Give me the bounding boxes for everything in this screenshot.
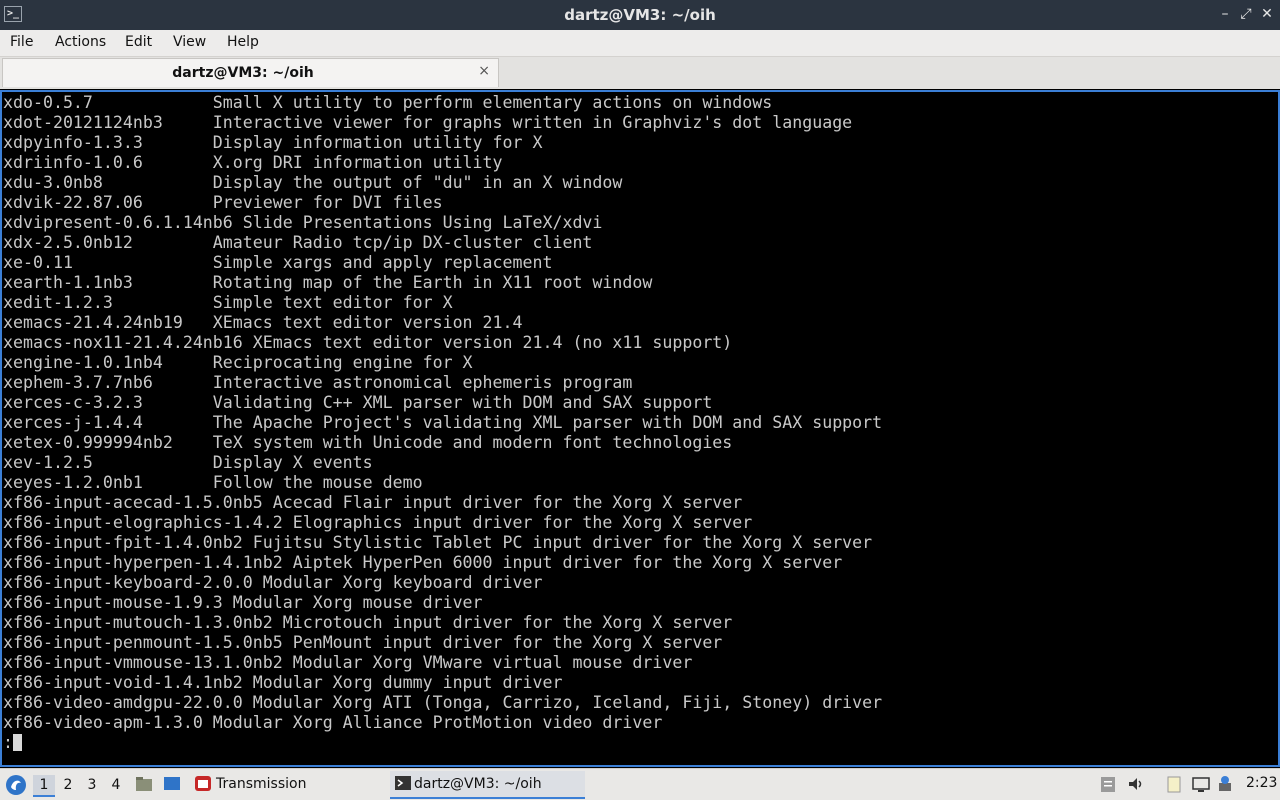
terminal-line: xf86-video-amdgpu-22.0.0 Modular Xorg AT… — [3, 693, 883, 712]
menu-edit[interactable]: Edit — [125, 34, 152, 50]
window-titlebar[interactable]: >_ dartz@VM3: ~/oih – ⤢ ✕ — [0, 0, 1280, 30]
terminal-line: xdx-2.5.0nb12 Amateur Radio tcp/ip DX-cl… — [3, 233, 593, 252]
pager-prompt: : — [3, 733, 13, 752]
terminal-line: xf86-input-void-1.4.1nb2 Modular Xorg du… — [3, 673, 563, 692]
workspace-3[interactable]: 3 — [81, 775, 103, 795]
file-manager-icon[interactable] — [135, 775, 153, 793]
close-window-button[interactable]: ✕ — [1258, 5, 1276, 23]
task-transmission[interactable]: Transmission — [192, 771, 382, 797]
terminal-line: xf86-input-elographics-1.4.2 Elographics… — [3, 513, 753, 532]
notes-icon[interactable] — [1165, 775, 1183, 793]
display-icon[interactable] — [1192, 775, 1210, 793]
pager-prompt-line[interactable]: : — [3, 733, 882, 753]
terminal-line: xdot-20121124nb3 Interactive viewer for … — [3, 113, 853, 132]
tab-close-icon[interactable]: × — [478, 63, 490, 79]
terminal-line: xdo-0.5.7 Small X utility to perform ele… — [3, 93, 773, 112]
terminal-line: xephem-3.7.7nb6 Interactive astronomical… — [3, 373, 633, 392]
start-menu-icon[interactable] — [5, 774, 27, 796]
restore-button[interactable]: ⤢ — [1237, 5, 1255, 23]
task-terminal[interactable]: dartz@VM3: ~/oih — [390, 771, 585, 799]
terminal-line: xerces-c-3.2.3 Validating C++ XML parser… — [3, 393, 713, 412]
window-title: dartz@VM3: ~/oih — [564, 6, 716, 24]
terminal-line: xdu-3.0nb8 Display the output of "du" in… — [3, 173, 623, 192]
terminal-line: xearth-1.1nb3 Rotating map of the Earth … — [3, 273, 653, 292]
taskbar: 1 2 3 4 Transmission dartz@VM3: ~/oih 2:… — [0, 768, 1280, 800]
tab-terminal[interactable]: dartz@VM3: ~/oih × — [2, 58, 499, 87]
terminal-line: xetex-0.999994nb2 TeX system with Unicod… — [3, 433, 733, 452]
task-label: Transmission — [216, 776, 307, 792]
clipboard-icon[interactable] — [1099, 775, 1117, 793]
terminal-line: xemacs-nox11-21.4.24nb16 XEmacs text edi… — [3, 333, 733, 352]
task-label: dartz@VM3: ~/oih — [414, 776, 542, 792]
text-cursor — [13, 734, 22, 751]
terminal-line: xeyes-1.2.0nb1 Follow the mouse demo — [3, 473, 423, 492]
terminal-line: xemacs-21.4.24nb19 XEmacs text editor ve… — [3, 313, 523, 332]
terminal-line: xdriinfo-1.0.6 X.org DRI information uti… — [3, 153, 503, 172]
terminal-line: xedit-1.2.3 Simple text editor for X — [3, 293, 453, 312]
terminal-line: xf86-input-hyperpen-1.4.1nb2 Aiptek Hype… — [3, 553, 843, 572]
terminal-line: xev-1.2.5 Display X events — [3, 453, 373, 472]
terminal-line: xf86-input-mutouch-1.3.0nb2 Microtouch i… — [3, 613, 733, 632]
workspace-2[interactable]: 2 — [57, 775, 79, 795]
workspace-1[interactable]: 1 — [33, 775, 55, 797]
tab-bar: dartz@VM3: ~/oih × — [0, 57, 1280, 89]
terminal-line: xdvik-22.87.06 Previewer for DVI files — [3, 193, 443, 212]
desktop-icon[interactable] — [163, 775, 181, 793]
minimize-button[interactable]: – — [1216, 5, 1234, 23]
terminal-line: xf86-input-vmmouse-13.1.0nb2 Modular Xor… — [3, 653, 693, 672]
terminal-line: xf86-input-penmount-1.5.0nb5 PenMount in… — [3, 633, 723, 652]
menu-actions[interactable]: Actions — [55, 34, 106, 50]
terminal-line: xf86-input-keyboard-2.0.0 Modular Xorg k… — [3, 573, 543, 592]
menu-file[interactable]: File — [10, 34, 33, 50]
volume-icon[interactable] — [1127, 775, 1145, 793]
terminal-line: xengine-1.0.1nb4 Reciprocating engine fo… — [3, 353, 473, 372]
tab-label: dartz@VM3: ~/oih — [172, 65, 314, 81]
clock: 2:23 — [1246, 775, 1278, 791]
workspace-4[interactable]: 4 — [105, 775, 127, 795]
transmission-icon — [195, 776, 211, 791]
terminal-line: xdpyinfo-1.3.3 Display information utili… — [3, 133, 543, 152]
menu-bar: File Actions Edit View Help — [0, 30, 1280, 57]
terminal-line: xdvipresent-0.6.1.14nb6 Slide Presentati… — [3, 213, 603, 232]
terminal-line: xerces-j-1.4.4 The Apache Project's vali… — [3, 413, 883, 432]
menu-help[interactable]: Help — [227, 34, 259, 50]
terminal-line: xf86-input-mouse-1.9.3 Modular Xorg mous… — [3, 593, 483, 612]
terminal-line: xe-0.11 Simple xargs and apply replaceme… — [3, 253, 553, 272]
terminal-lines: xdo-0.5.7 Small X utility to perform ele… — [3, 93, 882, 753]
terminal-line: xf86-input-fpit-1.4.0nb2 Fujitsu Stylist… — [3, 533, 873, 552]
menu-view[interactable]: View — [173, 34, 206, 50]
terminal-line: xf86-input-acecad-1.5.0nb5 Acecad Flair … — [3, 493, 743, 512]
terminal-line: xf86-video-apm-1.3.0 Modular Xorg Allian… — [3, 713, 663, 732]
terminal-output[interactable]: xdo-0.5.7 Small X utility to perform ele… — [0, 90, 1280, 767]
network-notification-icon[interactable] — [1216, 775, 1234, 793]
terminal-icon — [395, 776, 411, 790]
